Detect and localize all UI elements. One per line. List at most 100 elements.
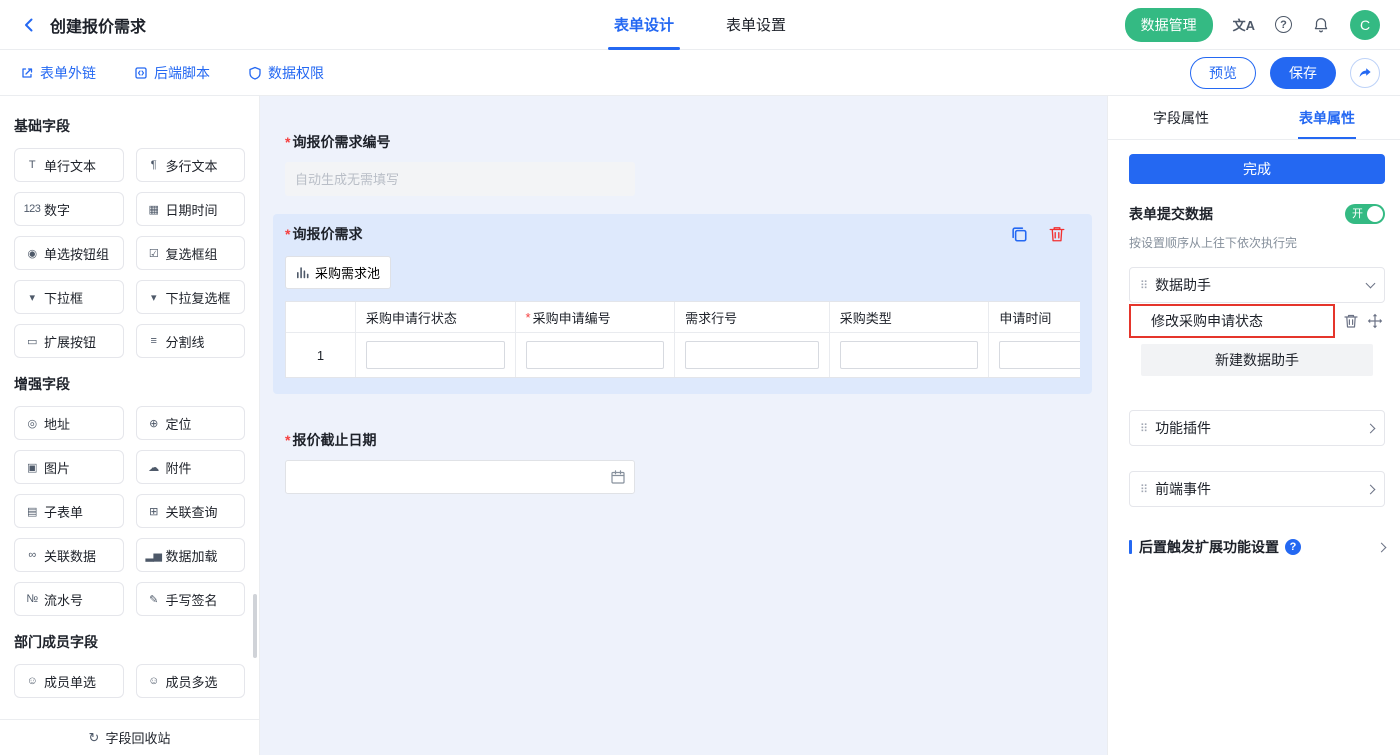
form-external-link[interactable]: 表单外链 <box>20 63 96 83</box>
function-plugin-card[interactable]: ⠿ 功能插件 <box>1129 410 1385 446</box>
member-single-icon: ☺ <box>23 675 41 687</box>
move-helper-icon[interactable] <box>1367 313 1383 329</box>
help-icon[interactable]: ? <box>1275 16 1292 33</box>
field-item-subform[interactable]: ▤子表单 <box>14 494 124 528</box>
number-icon: 123 <box>23 203 41 215</box>
field-item-location[interactable]: ⊕定位 <box>136 406 246 440</box>
table-cell <box>516 333 676 377</box>
field-item-attachment[interactable]: ☁附件 <box>136 450 246 484</box>
calendar-icon[interactable] <box>610 469 626 485</box>
field-item-label: 成员多选 <box>166 672 218 691</box>
quote-number-input[interactable] <box>285 162 635 196</box>
field-item-linked-query[interactable]: ⊞关联查询 <box>136 494 246 528</box>
radio-icon: ◉ <box>23 247 41 260</box>
main-area: 基础字段 T单行文本 ¶多行文本 123数字 ▦日期时间 ◉单选按钮组 ☑复选框… <box>0 96 1400 755</box>
share-button[interactable] <box>1350 58 1380 88</box>
copy-field-icon[interactable] <box>1010 225 1028 243</box>
submit-data-label: 表单提交数据 <box>1129 204 1213 224</box>
col-label: 采购申请编号 <box>533 308 611 327</box>
sidebar-scrollbar[interactable] <box>253 594 257 658</box>
field-quote-request-number[interactable]: * 询报价需求编号 <box>273 122 1092 206</box>
submit-data-toggle[interactable]: 开 <box>1345 204 1385 224</box>
user-avatar[interactable]: C <box>1350 10 1380 40</box>
data-helper-item[interactable]: 修改采购申请状态 <box>1129 304 1335 338</box>
post-trigger-settings[interactable]: 后置触发扩展功能设置 ? <box>1129 537 1385 557</box>
field-quote-request-selected[interactable]: * 询报价需求 采购需求池 <box>273 214 1092 394</box>
tab-form-design[interactable]: 表单设计 <box>614 0 674 50</box>
field-item-label: 手写签名 <box>166 590 218 609</box>
table-cell-input[interactable] <box>366 341 505 369</box>
member-fields-grid: ☺成员单选 ☺成员多选 <box>14 664 245 698</box>
field-item-select[interactable]: ▾下拉框 <box>14 280 124 314</box>
data-manage-button[interactable]: 数据管理 <box>1125 8 1213 42</box>
data-permission-link-label: 数据权限 <box>268 63 324 83</box>
frontend-event-card[interactable]: ⠿ 前端事件 <box>1129 471 1385 507</box>
field-item-member-multi[interactable]: ☺成员多选 <box>136 664 246 698</box>
field-item-data-load[interactable]: ▂▅数据加载 <box>136 538 246 572</box>
table-cell-input[interactable] <box>685 341 819 369</box>
field-item-signature[interactable]: ✎手写签名 <box>136 582 246 616</box>
table-cell-input[interactable] <box>840 341 979 369</box>
chevron-down-icon <box>1366 279 1376 289</box>
linked-data-icon: ∞ <box>23 549 41 561</box>
field-item-serial[interactable]: №流水号 <box>14 582 124 616</box>
col-label: 申请时间 <box>999 308 1051 327</box>
preview-button[interactable]: 预览 <box>1190 57 1256 89</box>
deadline-date-input[interactable] <box>285 460 635 494</box>
translate-icon[interactable]: 文A <box>1233 15 1255 34</box>
col-label: 需求行号 <box>685 308 737 327</box>
field-quote-deadline[interactable]: * 报价截止日期 <box>273 420 1092 504</box>
field-item-multi-select[interactable]: ▾下拉复选框 <box>136 280 246 314</box>
notification-bell-icon[interactable] <box>1312 16 1330 34</box>
field-item-datetime[interactable]: ▦日期时间 <box>136 192 246 226</box>
field-item-extend-button[interactable]: ▭扩展按钮 <box>14 324 124 358</box>
field-item-checkbox-group[interactable]: ☑复选框组 <box>136 236 246 270</box>
delete-field-icon[interactable] <box>1048 225 1066 243</box>
save-button[interactable]: 保存 <box>1270 57 1336 89</box>
field-library-sidebar: 基础字段 T单行文本 ¶多行文本 123数字 ▦日期时间 ◉单选按钮组 ☑复选框… <box>0 96 260 755</box>
field-item-linked-data[interactable]: ∞关联数据 <box>14 538 124 572</box>
back-button[interactable] <box>20 16 38 34</box>
data-permission-link[interactable]: 数据权限 <box>248 63 324 83</box>
field-item-member-single[interactable]: ☺成员单选 <box>14 664 124 698</box>
panel-body: 完成 表单提交数据 开 按设置顺序从上往下依次执行完 ⠿ 数据助手 修改采购申请… <box>1108 140 1400 755</box>
new-data-helper-button[interactable]: 新建数据助手 <box>1141 344 1373 376</box>
field-recycle-bin[interactable]: ↻ 字段回收站 <box>0 719 259 755</box>
field-item-image[interactable]: ▣图片 <box>14 450 124 484</box>
form-canvas: * 询报价需求编号 * 询报价需求 <box>260 96 1107 755</box>
address-icon: ◎ <box>23 417 41 430</box>
data-helper-card[interactable]: ⠿ 数据助手 <box>1129 267 1385 303</box>
frontend-event-label: 前端事件 <box>1155 479 1211 499</box>
field-label: * 询报价需求 <box>285 224 362 244</box>
accent-bar <box>1129 540 1132 554</box>
field-item-address[interactable]: ◎地址 <box>14 406 124 440</box>
backend-script-link[interactable]: 后端脚本 <box>134 63 210 83</box>
tab-field-properties[interactable]: 字段属性 <box>1108 96 1254 139</box>
tab-form-settings[interactable]: 表单设置 <box>726 0 786 50</box>
table-col-header: 采购申请行状态 <box>356 302 516 332</box>
chevron-right-icon <box>1377 542 1387 552</box>
tab-form-properties[interactable]: 表单属性 <box>1254 96 1400 139</box>
page-title: 创建报价需求 <box>50 13 146 37</box>
field-item-multi-text[interactable]: ¶多行文本 <box>136 148 246 182</box>
done-button[interactable]: 完成 <box>1129 154 1385 184</box>
table-cell-input[interactable] <box>526 341 665 369</box>
forward-arrow-icon <box>1357 65 1373 81</box>
toolbar-links: 表单外链 后端脚本 数据权限 <box>20 63 324 83</box>
tab-form-settings-label: 表单设置 <box>726 14 786 35</box>
field-item-number[interactable]: 123数字 <box>14 192 124 226</box>
tab-form-properties-label: 表单属性 <box>1299 108 1355 128</box>
field-item-divider[interactable]: ≡分割线 <box>136 324 246 358</box>
subform-table-wrap: 采购申请行状态 *采购申请编号 需求行号 采购类型 申请时间 1 <box>285 301 1080 378</box>
header-tabs: 表单设计 表单设置 <box>614 0 786 50</box>
procurement-pool-button[interactable]: 采购需求池 <box>285 256 391 289</box>
selected-field-header: * 询报价需求 <box>285 224 1080 244</box>
field-label-text: 询报价需求 <box>292 224 362 244</box>
delete-helper-icon[interactable] <box>1343 313 1359 329</box>
field-item-single-text[interactable]: T单行文本 <box>14 148 124 182</box>
table-cell-input[interactable] <box>999 341 1080 369</box>
bar-chart-icon: ▂▅ <box>145 549 163 562</box>
field-item-radio-group[interactable]: ◉单选按钮组 <box>14 236 124 270</box>
dropdown-icon: ▾ <box>23 291 41 304</box>
field-item-label: 日期时间 <box>166 200 218 219</box>
